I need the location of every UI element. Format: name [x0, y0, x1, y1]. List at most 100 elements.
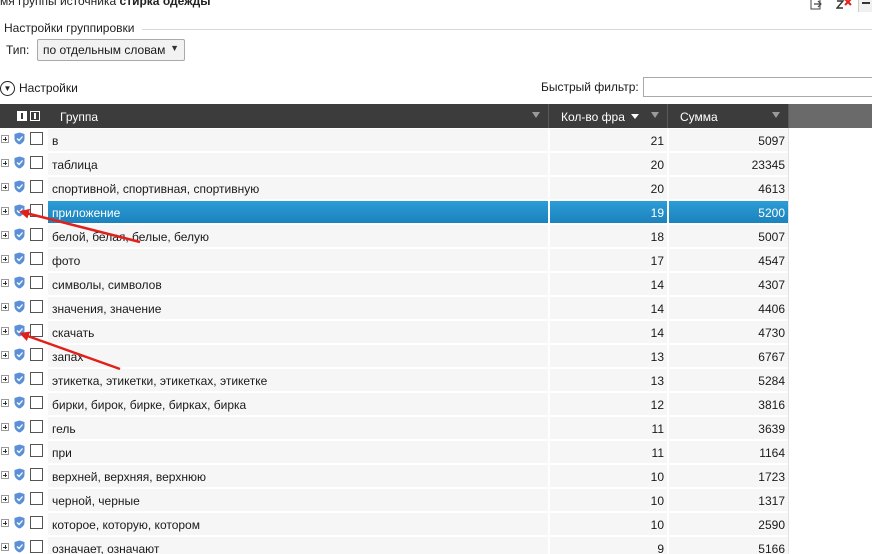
- table-row[interactable]: значения, значение 14 4406: [0, 296, 872, 320]
- shield-icon[interactable]: [14, 276, 25, 289]
- row-checkbox[interactable]: [30, 276, 43, 289]
- row-checkbox[interactable]: [30, 324, 43, 337]
- type-select[interactable]: по отдельным словам ▼: [37, 39, 185, 61]
- table-row[interactable]: которое, которую, котором 10 2590: [0, 512, 872, 536]
- row-checkbox[interactable]: [30, 492, 43, 505]
- expand-icon[interactable]: [1, 495, 9, 503]
- table-row[interactable]: в 21 5097: [0, 128, 872, 152]
- cell-sum: 4730: [669, 321, 788, 343]
- cell-group: спортивной, спортивная, спортивную: [48, 177, 548, 199]
- shield-icon[interactable]: [14, 396, 25, 409]
- shield-icon[interactable]: [14, 516, 25, 529]
- expand-icon[interactable]: [1, 207, 9, 215]
- settings-toggle[interactable]: ▼ Настройки: [0, 79, 78, 97]
- cell-count: 14: [550, 273, 667, 295]
- shield-icon[interactable]: [14, 204, 25, 217]
- expand-icon[interactable]: [1, 375, 9, 383]
- table-row[interactable]: скачать 14 4730: [0, 320, 872, 344]
- expand-icon[interactable]: [1, 351, 9, 359]
- table-row[interactable]: таблица 20 23345: [0, 152, 872, 176]
- table-row[interactable]: черной, черные 10 1317: [0, 488, 872, 512]
- export-icon[interactable]: [808, 0, 824, 12]
- minimize-button[interactable]: [858, 0, 872, 12]
- row-checkbox[interactable]: [30, 444, 43, 457]
- row-checkbox[interactable]: [30, 516, 43, 529]
- shield-icon[interactable]: [14, 540, 25, 553]
- shield-icon[interactable]: [14, 156, 25, 169]
- table-row[interactable]: означает, означают 9 5166: [0, 536, 872, 554]
- table-row[interactable]: верхней, верхняя, верхнюю 10 1723: [0, 464, 872, 488]
- expand-icon[interactable]: [1, 231, 9, 239]
- shield-icon[interactable]: [14, 300, 25, 313]
- shield-icon[interactable]: [14, 252, 25, 265]
- expand-icon[interactable]: [1, 327, 9, 335]
- cell-group: таблица: [48, 153, 548, 175]
- shield-icon[interactable]: [14, 180, 25, 193]
- column-header-group[interactable]: Группа: [48, 104, 549, 128]
- shield-icon[interactable]: [14, 132, 25, 145]
- row-checkbox[interactable]: [30, 204, 43, 217]
- shield-icon[interactable]: [14, 324, 25, 337]
- quick-filter-input[interactable]: [643, 77, 872, 97]
- table-row[interactable]: при 11 1164: [0, 440, 872, 464]
- row-checkbox[interactable]: [30, 372, 43, 385]
- cell-group: символы, символов: [48, 273, 548, 295]
- cell-count: 13: [550, 345, 667, 367]
- cell-sum: 5166: [669, 537, 788, 554]
- row-checkbox[interactable]: [30, 348, 43, 361]
- column-divider: [788, 224, 789, 248]
- expand-icon[interactable]: [1, 447, 9, 455]
- row-checkbox[interactable]: [30, 228, 43, 241]
- cell-group: черной, черные: [48, 489, 548, 511]
- table-row[interactable]: бирки, бирок, бирке, бирках, бирка 12 3816: [0, 392, 872, 416]
- row-checkbox[interactable]: [30, 420, 43, 433]
- table-row[interactable]: спортивной, спортивная, спортивную 20 4613: [0, 176, 872, 200]
- table-row[interactable]: запах 13 6767: [0, 344, 872, 368]
- column-header-sum[interactable]: Сумма: [668, 104, 789, 128]
- row-checkbox[interactable]: [30, 180, 43, 193]
- exclude-all-toggle[interactable]: [30, 111, 40, 121]
- shield-icon[interactable]: [14, 468, 25, 481]
- shield-icon[interactable]: [14, 492, 25, 505]
- row-checkbox[interactable]: [30, 468, 43, 481]
- filter-icon[interactable]: [532, 112, 540, 118]
- expand-icon[interactable]: [1, 279, 9, 287]
- row-checkbox[interactable]: [30, 540, 43, 553]
- expand-icon[interactable]: [1, 135, 9, 143]
- table-row[interactable]: приложение 19 5200: [0, 200, 872, 224]
- expand-icon[interactable]: [1, 423, 9, 431]
- expand-icon[interactable]: [1, 471, 9, 479]
- filter-icon[interactable]: [772, 112, 780, 118]
- table-row[interactable]: этикетка, этикетки, этикетках, этикетке 1…: [0, 368, 872, 392]
- shield-icon[interactable]: [14, 348, 25, 361]
- expand-icon[interactable]: [1, 519, 9, 527]
- expand-icon[interactable]: [1, 159, 9, 167]
- table-row[interactable]: фото 17 4547: [0, 248, 872, 272]
- cell-count: 13: [550, 369, 667, 391]
- row-checkbox[interactable]: [30, 396, 43, 409]
- table-row[interactable]: символы, символов 14 4307: [0, 272, 872, 296]
- type-select-value: по отдельным словам: [43, 43, 166, 57]
- shield-icon[interactable]: [14, 444, 25, 457]
- row-checkbox[interactable]: [30, 252, 43, 265]
- column-divider: [788, 296, 789, 320]
- expand-icon[interactable]: [1, 183, 9, 191]
- clear-filter-icon[interactable]: [836, 0, 852, 12]
- expand-icon[interactable]: [1, 303, 9, 311]
- table-row[interactable]: белой, белая, белые, белую 18 5007: [0, 224, 872, 248]
- expand-icon[interactable]: [1, 543, 9, 551]
- row-checkbox[interactable]: [30, 132, 43, 145]
- include-all-toggle[interactable]: [17, 111, 27, 121]
- cell-count: 11: [550, 417, 667, 439]
- table-row[interactable]: гель 11 3639: [0, 416, 872, 440]
- cell-sum: 2590: [669, 513, 788, 535]
- row-checkbox[interactable]: [30, 300, 43, 313]
- shield-icon[interactable]: [14, 372, 25, 385]
- expand-icon[interactable]: [1, 255, 9, 263]
- shield-icon[interactable]: [14, 228, 25, 241]
- filter-icon[interactable]: [651, 112, 659, 118]
- column-header-count[interactable]: Кол-во фра: [549, 104, 668, 128]
- row-checkbox[interactable]: [30, 156, 43, 169]
- shield-icon[interactable]: [14, 420, 25, 433]
- expand-icon[interactable]: [1, 399, 9, 407]
